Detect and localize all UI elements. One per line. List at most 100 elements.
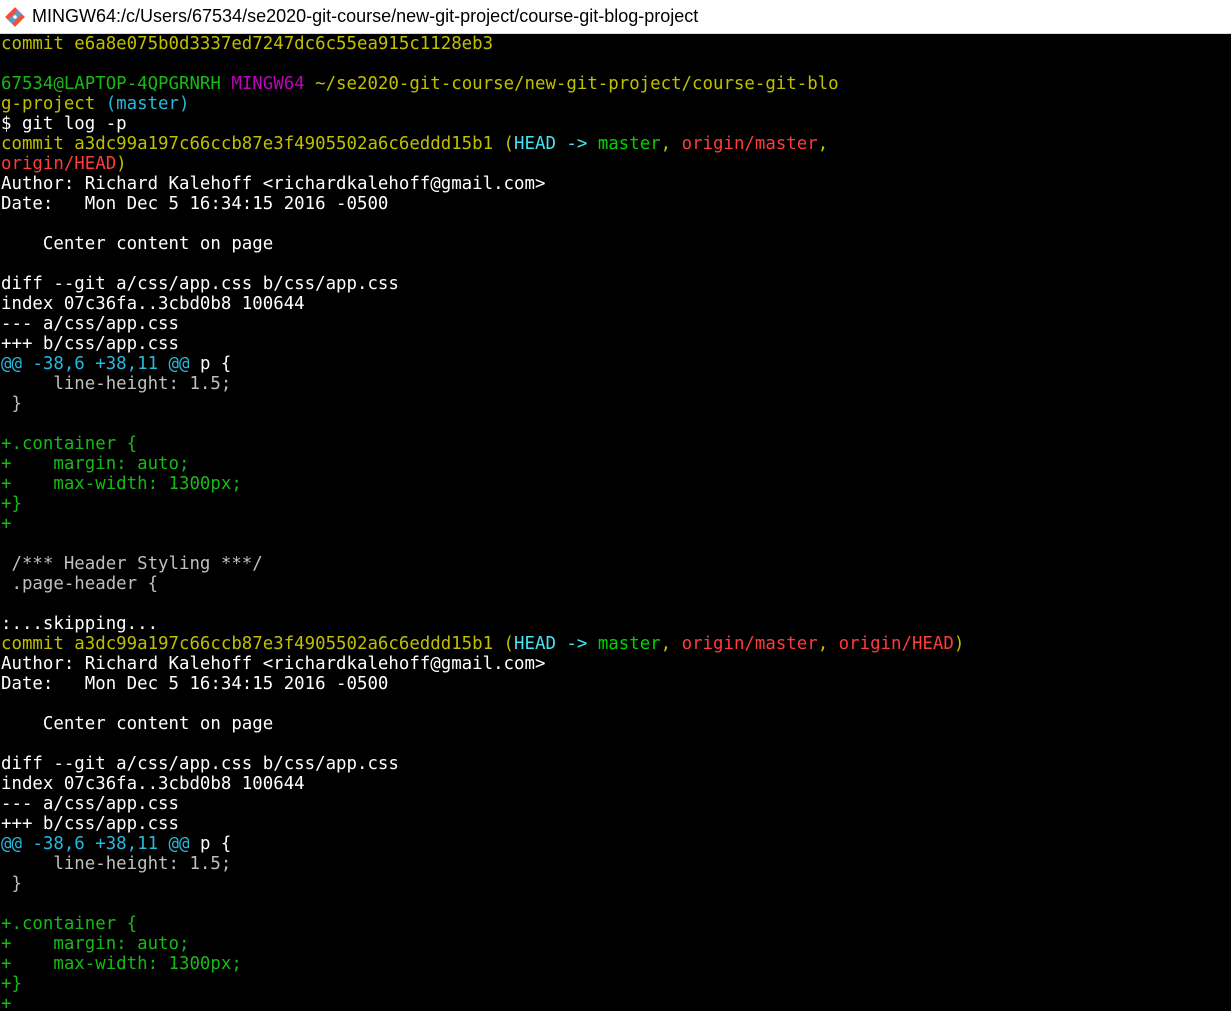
terminal-text: Date: Mon Dec 5 16:34:15 2016 -0500 <box>1 674 389 694</box>
terminal-text: diff --git a/css/app.css b/css/app.css <box>1 274 399 294</box>
terminal-text: index 07c36fa..3cbd0b8 100644 <box>1 774 305 794</box>
terminal-text: +++ b/css/app.css <box>1 334 179 354</box>
terminal-line: Date: Mon Dec 5 16:34:15 2016 -0500 <box>1 194 1231 214</box>
terminal-text: --- a/css/app.css <box>1 314 179 334</box>
terminal-line: @@ -38,6 +38,11 @@ p { <box>1 834 1231 854</box>
terminal-text: g-project <box>1 94 96 114</box>
terminal-line: --- a/css/app.css <box>1 794 1231 814</box>
terminal-line: .page-header { <box>1 574 1231 594</box>
terminal-text: --- a/css/app.css <box>1 794 179 814</box>
terminal-text: + max-width: 1300px; <box>1 954 242 974</box>
terminal-text: @@ -38,6 +38,11 @@ <box>1 834 190 854</box>
terminal-line: + <box>1 994 1231 1011</box>
terminal-line: } <box>1 394 1231 414</box>
terminal-text: MINGW64 <box>231 74 316 94</box>
terminal-line: +++ b/css/app.css <box>1 814 1231 834</box>
terminal-line: index 07c36fa..3cbd0b8 100644 <box>1 774 1231 794</box>
terminal-text: diff --git a/css/app.css b/css/app.css <box>1 754 399 774</box>
terminal-text: p { <box>189 834 232 854</box>
terminal-text: } <box>1 394 22 414</box>
terminal-text: +++ b/css/app.css <box>1 814 179 834</box>
terminal-text: index 07c36fa..3cbd0b8 100644 <box>1 294 305 314</box>
terminal-text: line-height: 1.5; <box>1 374 232 394</box>
terminal-text: p { <box>189 354 232 374</box>
terminal-line: diff --git a/css/app.css b/css/app.css <box>1 274 1231 294</box>
terminal-line: Center content on page <box>1 714 1231 734</box>
terminal-line: origin/HEAD) <box>1 154 1231 174</box>
terminal-line: line-height: 1.5; <box>1 374 1231 394</box>
terminal-text: + <box>1 994 12 1011</box>
terminal-line: diff --git a/css/app.css b/css/app.css <box>1 754 1231 774</box>
terminal-text: + margin: auto; <box>1 934 190 954</box>
terminal-text: .page-header { <box>1 574 159 594</box>
terminal-line: $ git log -p <box>1 114 1231 134</box>
terminal-line: :...skipping... <box>1 614 1231 634</box>
terminal-text: origin/HEAD <box>1 154 117 174</box>
terminal-text: +} <box>1 974 22 994</box>
terminal-line: +++ b/css/app.css <box>1 334 1231 354</box>
terminal-text: , <box>817 634 839 654</box>
terminal-text: + margin: auto; <box>1 454 190 474</box>
terminal-text: /*** Header Styling ***/ <box>1 554 263 574</box>
terminal-text: HEAD -> <box>514 134 598 154</box>
terminal-line: @@ -38,6 +38,11 @@ p { <box>1 354 1231 374</box>
terminal-text: (master) <box>95 94 190 114</box>
terminal-line: --- a/css/app.css <box>1 314 1231 334</box>
terminal-text: ) <box>116 154 127 174</box>
terminal-text: +} <box>1 494 22 514</box>
terminal-text: commit a3dc99a197c66ccb87e3f4905502a6c6e… <box>1 134 515 154</box>
terminal-text: ~/se2020-git-course/new-git-project/cour… <box>315 74 839 94</box>
terminal-line: Center content on page <box>1 234 1231 254</box>
title-bar[interactable]: MINGW64:/c/Users/67534/se2020-git-course… <box>0 0 1231 34</box>
terminal-line: + margin: auto; <box>1 934 1231 954</box>
terminal-line: line-height: 1.5; <box>1 854 1231 874</box>
terminal-text: Author: Richard Kalehoff <richardkalehof… <box>1 174 546 194</box>
git-bash-icon <box>4 6 26 28</box>
terminal-text: $ git log -p <box>1 114 127 134</box>
terminal-line: /*** Header Styling ***/ <box>1 554 1231 574</box>
terminal-text: 67534@LAPTOP-4QPGRNRH <box>1 74 232 94</box>
terminal-line: commit a3dc99a197c66ccb87e3f4905502a6c6e… <box>1 634 1231 654</box>
terminal-text: , <box>660 134 682 154</box>
terminal-text: line-height: 1.5; <box>1 854 232 874</box>
terminal-output[interactable]: commit e6a8e075b0d3337ed7247dc6c55ea915c… <box>0 34 1231 1011</box>
terminal-line: } <box>1 874 1231 894</box>
terminal-text: :...skipping... <box>1 614 159 634</box>
terminal-text: @@ -38,6 +38,11 @@ <box>1 354 190 374</box>
terminal-line: + <box>1 514 1231 534</box>
terminal-line: index 07c36fa..3cbd0b8 100644 <box>1 294 1231 314</box>
terminal-text: commit e6a8e075b0d3337ed7247dc6c55ea915c… <box>1 34 494 54</box>
terminal-text: +.container { <box>1 914 138 934</box>
terminal-text: Date: Mon Dec 5 16:34:15 2016 -0500 <box>1 194 389 214</box>
terminal-line: commit e6a8e075b0d3337ed7247dc6c55ea915c… <box>1 34 1231 54</box>
terminal-text: Author: Richard Kalehoff <richardkalehof… <box>1 654 546 674</box>
window-title: MINGW64:/c/Users/67534/se2020-git-course… <box>32 6 699 26</box>
terminal-line: 67534@LAPTOP-4QPGRNRH MINGW64 ~/se2020-g… <box>1 74 1231 94</box>
terminal-line: Author: Richard Kalehoff <richardkalehof… <box>1 174 1231 194</box>
terminal-text: , <box>660 634 682 654</box>
terminal-text: master <box>597 134 661 154</box>
terminal-line: Date: Mon Dec 5 16:34:15 2016 -0500 <box>1 674 1231 694</box>
terminal-line: Author: Richard Kalehoff <richardkalehof… <box>1 654 1231 674</box>
terminal-text: ) <box>953 634 965 654</box>
terminal-text: HEAD -> <box>514 634 598 654</box>
terminal-line: commit a3dc99a197c66ccb87e3f4905502a6c6e… <box>1 134 1231 154</box>
terminal-text: origin/master <box>681 634 818 654</box>
terminal-text: origin/master <box>681 134 818 154</box>
terminal-line: g-project (master) <box>1 94 1231 114</box>
terminal-text: Center content on page <box>1 714 274 734</box>
terminal-line: +} <box>1 974 1231 994</box>
terminal-text: } <box>1 874 22 894</box>
terminal-text: master <box>597 634 661 654</box>
terminal-text: + max-width: 1300px; <box>1 474 242 494</box>
terminal-line: + max-width: 1300px; <box>1 474 1231 494</box>
terminal-text: , <box>817 134 829 154</box>
terminal-line: +.container { <box>1 434 1231 454</box>
